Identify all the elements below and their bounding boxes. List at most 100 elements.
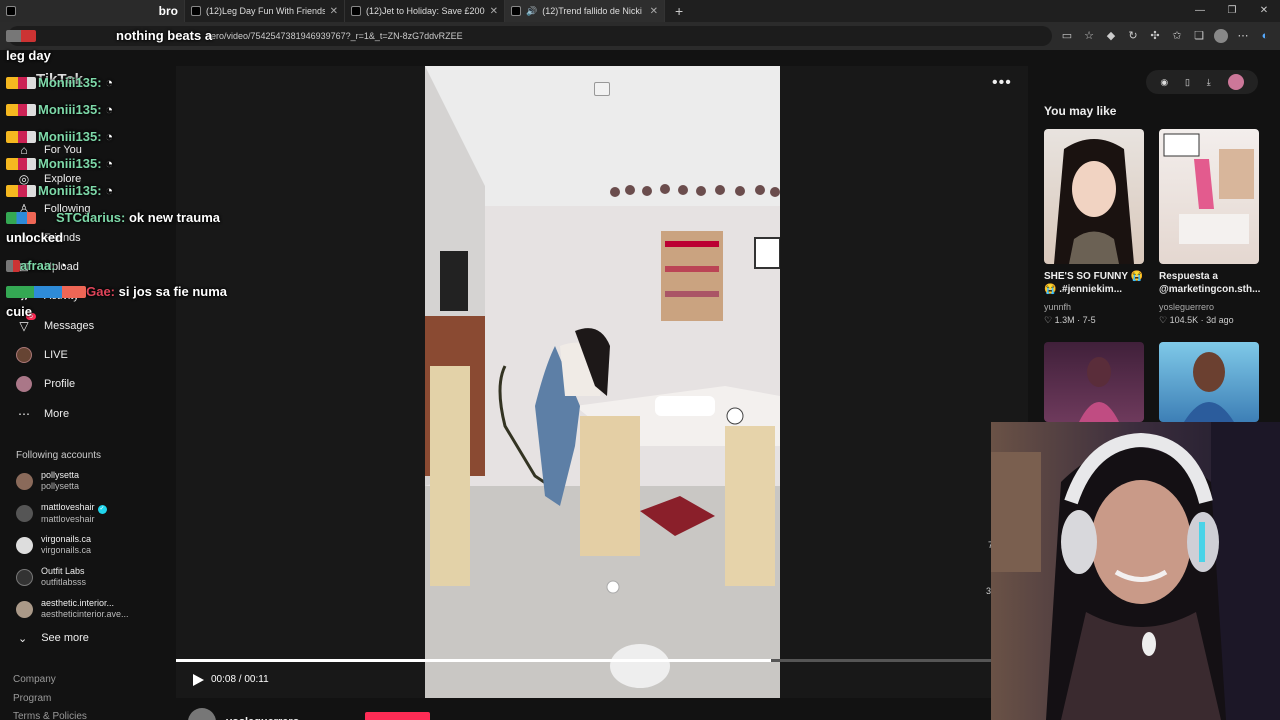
tiktok-favicon-icon xyxy=(351,6,361,16)
footer-link-company[interactable]: Company xyxy=(13,674,56,685)
avatar xyxy=(16,505,33,522)
sidebar-item-profile[interactable]: Profile xyxy=(16,376,75,392)
install-app-icon[interactable]: ▭ xyxy=(1060,29,1074,43)
minimize-button[interactable]: — xyxy=(1184,0,1216,22)
follow-button[interactable] xyxy=(365,712,430,720)
user-avatar[interactable] xyxy=(1227,74,1244,90)
following-accounts-header: Following accounts xyxy=(16,450,102,461)
account-name: pollysetta xyxy=(41,470,80,480)
recommended-card-2-title[interactable]: Respuesta a @marketingcon.sth... xyxy=(1159,270,1269,296)
progress-fill xyxy=(176,659,771,662)
account-username: aestheticinterior.ave... xyxy=(41,609,129,619)
chat-message: Moniii135: ◔ xyxy=(6,129,113,144)
you-may-like-title: You may like xyxy=(1044,104,1117,118)
account-item-outfit-labs[interactable]: Outfit Labs outfitlabsss xyxy=(16,566,86,588)
emote-icon: ◔ xyxy=(59,258,67,273)
close-tab-icon[interactable]: ✕ xyxy=(490,6,498,17)
tiktok-sidebar: TikTok ⌂ For You ◎ Explore ♙ Following ♗… xyxy=(0,50,165,720)
author-name[interactable]: yosleguerrero xyxy=(226,716,299,720)
speaker-icon[interactable]: 🔊 xyxy=(526,6,537,17)
chat-message: nothing beats a xyxy=(6,28,212,43)
new-tab-button[interactable]: + xyxy=(665,3,693,19)
device-icon[interactable]: ▯ xyxy=(1185,77,1190,88)
chat-badges-icon xyxy=(6,185,36,197)
tiktok-favicon-icon xyxy=(511,6,521,16)
recommended-card-2-stats: ♡ 104.5K · 3d ago xyxy=(1159,315,1234,326)
chat-text: unlocked xyxy=(6,230,64,245)
chat-text: ok new trauma xyxy=(128,210,220,225)
tab-title: (12)Leg Day Fun With Friends: W xyxy=(206,6,325,16)
account-item-pollysetta[interactable]: pollysetta pollysetta xyxy=(16,470,79,492)
chevron-down-icon: ⌄ xyxy=(18,633,28,645)
heart-icon: ♡ xyxy=(1159,315,1168,325)
close-window-button[interactable]: ✕ xyxy=(1248,0,1280,22)
browser-profile-avatar[interactable] xyxy=(1214,29,1228,43)
video-player[interactable] xyxy=(425,66,780,698)
close-tab-icon[interactable]: ✕ xyxy=(330,6,338,17)
chat-username: Moniii135: xyxy=(38,129,102,144)
sidebar-item-label: For You xyxy=(44,144,82,156)
browser-tab-3[interactable]: (12)Jet to Holiday: Save £200 for ✕ xyxy=(345,0,505,22)
puzzle-icon[interactable]: ✣ xyxy=(1148,29,1162,43)
recommended-card-3-thumbnail[interactable] xyxy=(1044,342,1144,422)
chat-message: cuie xyxy=(6,304,32,319)
emote-icon: ◔ xyxy=(105,102,114,117)
collections-icon[interactable]: ❏ xyxy=(1192,29,1206,43)
recommended-card-4-thumbnail[interactable] xyxy=(1159,342,1259,422)
account-item-aesthetic-interior[interactable]: aesthetic.interior... aestheticinterior.… xyxy=(16,598,129,620)
recommended-card-1-thumbnail[interactable] xyxy=(1044,129,1144,264)
footer-link-terms[interactable]: Terms & Policies xyxy=(13,711,87,720)
browser-tab-2[interactable]: (12)Leg Day Fun With Friends: W ✕ xyxy=(185,0,345,22)
extension-icon[interactable]: ◆ xyxy=(1104,29,1118,43)
emote-icon: ◔ xyxy=(105,129,114,144)
sidebar-item-label: Messages xyxy=(44,320,95,332)
avatar xyxy=(16,568,33,586)
menu-dots-icon[interactable]: ⋯ xyxy=(1236,29,1250,43)
chat-username: Moniii135: xyxy=(38,102,102,117)
author-avatar[interactable] xyxy=(188,708,216,720)
author-row[interactable]: yosleguerrero xyxy=(188,708,299,720)
emote-icon: ◔ xyxy=(105,156,114,171)
close-tab-icon[interactable]: ✕ xyxy=(650,6,658,17)
chat-badges-icon xyxy=(6,286,86,298)
favorites-icon[interactable]: ✩ xyxy=(1170,29,1184,43)
chat-badges-icon xyxy=(6,77,36,89)
sidebar-item-more[interactable]: ⋯ More xyxy=(16,406,69,422)
browser-tab-1[interactable]: bro xyxy=(0,0,185,22)
tab-title: bro xyxy=(158,4,178,18)
bookmark-star-icon[interactable]: ☆ xyxy=(1082,29,1096,43)
sidebar-item-live[interactable]: LIVE xyxy=(16,347,68,363)
stats-dot: · xyxy=(1200,315,1204,325)
play-button[interactable] xyxy=(190,672,206,688)
account-item-mattloveshair[interactable]: mattloveshair ✓ mattloveshair xyxy=(16,502,107,525)
see-more-button[interactable]: ⌄ See more xyxy=(18,632,89,645)
recommended-card-2-user[interactable]: yosleguerrero xyxy=(1159,302,1214,312)
more-options-icon[interactable]: ••• xyxy=(992,74,1012,92)
browser-tab-4-active[interactable]: 🔊 (12)Trend fallido de Nicki M ✕ xyxy=(505,0,665,22)
compass-icon[interactable]: ◉ xyxy=(1160,77,1168,88)
sidebar-item-messages[interactable]: ▽ 5 Messages xyxy=(16,313,95,334)
copilot-icon[interactable]: ◐ xyxy=(1258,29,1272,43)
pip-icon[interactable] xyxy=(594,82,610,96)
recommended-card-2-thumbnail[interactable] xyxy=(1159,129,1259,264)
recommended-card-1-user[interactable]: yunnfh xyxy=(1044,302,1071,312)
maximize-button[interactable]: ❐ xyxy=(1216,0,1248,22)
footer-link-program[interactable]: Program xyxy=(13,693,51,704)
tab-favicon-icon xyxy=(6,6,16,16)
recommended-card-1-title[interactable]: SHE'S SO FUNNY 😭😭 .#jenniekim... xyxy=(1044,270,1154,296)
browser-tab-bar: bro (12)Leg Day Fun With Friends: W ✕ (1… xyxy=(0,0,1280,22)
account-name: Outfit Labs xyxy=(41,566,85,576)
account-item-virgonails[interactable]: virgonails.ca virgonails.ca xyxy=(16,534,91,556)
window-controls: — ❐ ✕ xyxy=(1184,0,1280,22)
like-count: 1.3M xyxy=(1054,315,1075,325)
emote-icon: ◔ xyxy=(105,183,114,198)
chat-text: leg day xyxy=(6,48,51,63)
stats-dot: · xyxy=(1077,315,1081,325)
chat-username: Moniii135: xyxy=(38,156,102,171)
chat-message: leg day xyxy=(6,48,51,63)
download-icon[interactable]: ⤓ xyxy=(1207,77,1211,88)
webcam-image xyxy=(991,422,1280,720)
chat-badges-icon xyxy=(6,212,36,224)
live-icon xyxy=(16,347,32,363)
refresh-extension-icon[interactable]: ↻ xyxy=(1126,29,1140,43)
